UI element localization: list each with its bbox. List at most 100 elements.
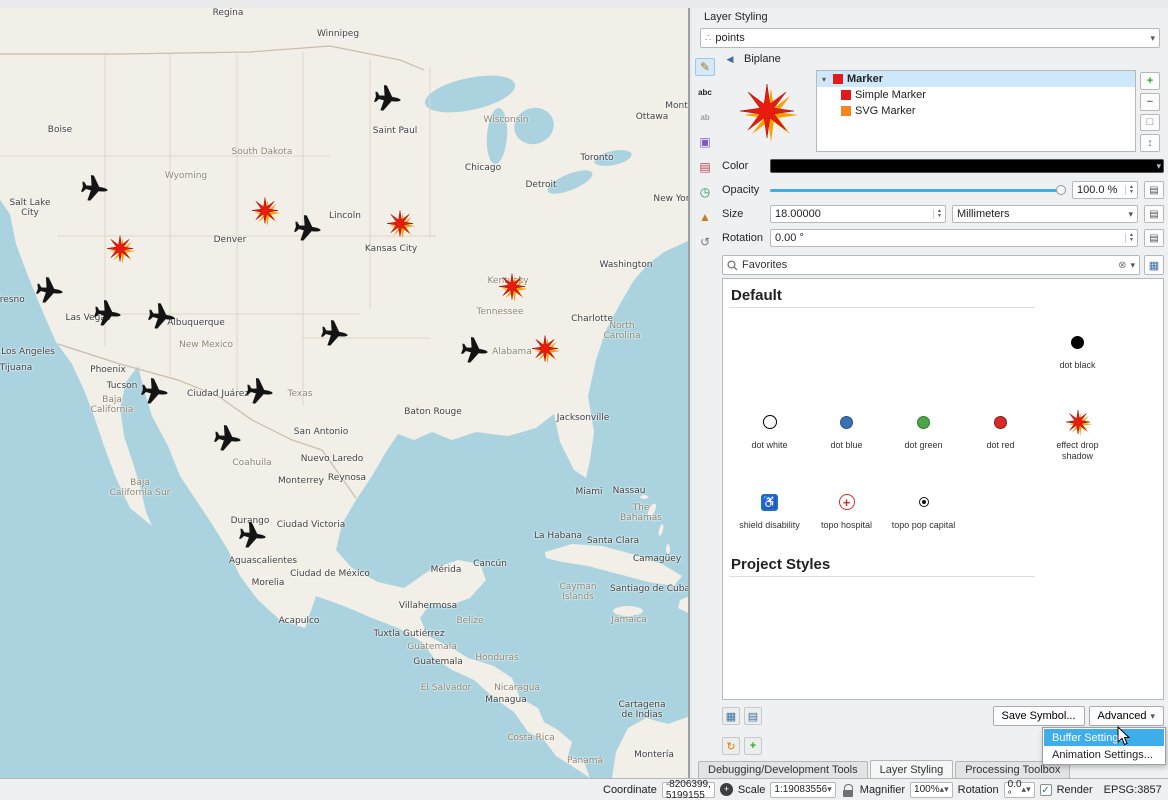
style-item-icon <box>994 404 1007 440</box>
spin-arrows-icon[interactable]: ▲▼ <box>1125 185 1137 195</box>
data-defined-override-button[interactable]: ▤ <box>1144 205 1164 223</box>
map-canvas[interactable]: ReginaWinnipegSaint PaulWisconsinSouth D… <box>0 8 690 778</box>
tab-debugging-development-tools[interactable]: Debugging/Development Tools <box>698 761 868 778</box>
map-label: Santa Clara <box>587 536 639 546</box>
style-item-icon <box>919 484 929 520</box>
style-item[interactable]: +topo hospital <box>808 472 885 552</box>
map-label: Montería <box>634 750 674 760</box>
history-tab-icon[interactable]: ↺ <box>695 233 715 251</box>
magnifier-spinbox[interactable]: 100%▴▾ <box>910 782 953 798</box>
opacity-slider[interactable] <box>770 183 1066 197</box>
map-label: Lincoln <box>329 211 361 221</box>
style-browser[interactable]: Default dot blackdot whitedot bluedot gr… <box>722 278 1164 700</box>
style-item-icon: + <box>839 484 855 520</box>
advanced-button[interactable]: Advanced ▾ <box>1089 706 1164 726</box>
menu-item-buffer-settings[interactable]: Buffer Settings <box>1044 729 1164 746</box>
map-label: Detroit <box>525 180 556 190</box>
style-item[interactable]: dot black <box>1039 312 1116 392</box>
tracking-icon[interactable]: + <box>720 783 733 796</box>
add-symbol-layer-button[interactable]: + <box>1140 72 1160 90</box>
style-item[interactable]: dot white <box>731 392 808 472</box>
render-checkbox[interactable]: ✓ <box>1040 784 1052 796</box>
menu-item-animation-settings-[interactable]: Animation Settings... <box>1044 746 1164 763</box>
airplane-marker <box>245 377 275 410</box>
layer-select-value: points <box>715 32 1146 44</box>
spin-arrows-icon[interactable]: ▲▼ <box>933 209 945 219</box>
map-label: Ciudad Juárez <box>187 389 249 399</box>
style-filter-input[interactable]: Favorites ⊗ ▾ <box>722 255 1140 275</box>
style-item-icon <box>840 404 853 440</box>
map-label: North Carolina <box>591 321 653 341</box>
map-label: Tennessee <box>477 307 524 317</box>
style-history-button[interactable]: ↻ <box>722 737 740 755</box>
tab-layer-styling[interactable]: Layer Styling <box>870 760 954 778</box>
save-symbol-button[interactable]: Save Symbol... <box>993 706 1085 726</box>
size-spinbox[interactable]: 18.00000 ▲▼ <box>770 205 946 223</box>
map-label: Jacksonville <box>557 413 610 423</box>
style-item[interactable]: dot green <box>885 392 962 472</box>
labels-tab-icon[interactable]: abc <box>695 83 715 101</box>
temporal-tab-icon[interactable]: ◷ <box>695 183 715 201</box>
color-button[interactable]: ▾ <box>770 159 1164 173</box>
rotation-spinbox[interactable]: 0.0 °▴▾ <box>1004 782 1035 798</box>
rotation-label: Rotation <box>958 784 999 796</box>
size-unit-combo[interactable]: Millimeters ▾ <box>952 205 1138 223</box>
points-layer-icon: ∴ <box>705 33 711 44</box>
map-label: Ciudad de México <box>290 569 370 579</box>
symbol-layer-tree[interactable]: ▾ Marker Simple MarkerSVG Marker <box>816 70 1136 152</box>
starburst-marker <box>382 206 418 245</box>
coordinate-input[interactable]: -8206399, 5199155 <box>662 782 715 798</box>
opacity-spinbox[interactable]: 100.0 % ▲▼ <box>1072 181 1138 199</box>
symbology-tab-icon[interactable]: ✎ <box>695 58 715 76</box>
data-defined-override-button[interactable]: ▤ <box>1144 229 1164 247</box>
map-label: Nassau <box>613 486 646 496</box>
style-manager-button[interactable]: ▦ <box>1144 255 1164 275</box>
chevron-down-icon[interactable]: ▾ <box>1130 260 1135 271</box>
duplicate-symbol-layer-button[interactable]: □ <box>1140 114 1160 132</box>
mask-tab-icon[interactable]: ab <box>695 108 715 126</box>
scale-combo[interactable]: 1:19083556▾ <box>770 782 835 798</box>
qgis-window: ReginaWinnipegSaint PaulWisconsinSouth D… <box>0 0 1168 800</box>
style-item[interactable]: ♿shield disability <box>731 472 808 552</box>
map-label: Cartagena de Indias <box>618 700 665 720</box>
list-view-button[interactable]: ▤ <box>744 707 762 725</box>
map-label: Alabama <box>492 347 532 357</box>
data-defined-override-button[interactable]: ▤ <box>1144 181 1164 199</box>
section-project-styles-heading: Project Styles <box>729 552 1035 577</box>
layer-select[interactable]: ∴ points ▾ <box>700 28 1160 48</box>
map-label: Wisconsin <box>484 115 529 125</box>
style-item[interactable]: dot blue <box>808 392 885 472</box>
map-label: Baja California <box>88 395 136 415</box>
spin-arrows-icon[interactable]: ▲▼ <box>1125 233 1137 243</box>
map-label: Reynosa <box>328 473 366 483</box>
map-label: Baton Rouge <box>404 407 462 417</box>
add-style-button[interactable]: + <box>744 737 762 755</box>
symbol-layer-buttons: + − □ ↕ <box>1140 70 1164 152</box>
tree-item-svg-marker[interactable]: SVG Marker <box>817 103 1135 119</box>
style-item[interactable]: dot red <box>962 392 1039 472</box>
map-label: Tuxtla Gutiérrez <box>373 629 444 639</box>
tree-item-simple-marker[interactable]: Simple Marker <box>817 87 1135 103</box>
map-label: Toronto <box>580 153 613 163</box>
lock-scale-icon[interactable] <box>841 782 855 798</box>
style-item-label: dot green <box>904 440 942 451</box>
style-item[interactable]: effect drop shadow <box>1039 392 1116 472</box>
diagrams-tab-icon[interactable]: ▤ <box>695 158 715 176</box>
view-3d-tab-icon[interactable]: ▣ <box>695 133 715 151</box>
move-symbol-layer-button[interactable]: ↕ <box>1140 134 1160 152</box>
style-item[interactable]: topo pop capital <box>885 472 962 552</box>
slider-handle[interactable] <box>1056 185 1066 195</box>
elevation-tab-icon[interactable]: ▲ <box>695 208 715 226</box>
advanced-menu: Buffer SettingsAnimation Settings... <box>1042 727 1166 765</box>
crs-indicator[interactable]: EPSG:3857 <box>1104 784 1162 796</box>
rotation-label: Rotation <box>722 232 764 244</box>
rotation-spinbox[interactable]: 0.00 ° ▲▼ <box>770 229 1138 247</box>
clear-filter-icon[interactable]: ⊗ <box>1118 260 1126 271</box>
icon-view-button[interactable]: ▦ <box>722 707 740 725</box>
map-label: Winnipeg <box>317 29 359 39</box>
airplane-marker <box>238 521 268 554</box>
remove-symbol-layer-button[interactable]: − <box>1140 93 1160 111</box>
chevron-down-icon: ▾ <box>827 784 832 795</box>
symbol-back-icon[interactable]: ◀ <box>722 52 738 66</box>
tree-item-marker[interactable]: ▾ Marker <box>817 71 1135 87</box>
